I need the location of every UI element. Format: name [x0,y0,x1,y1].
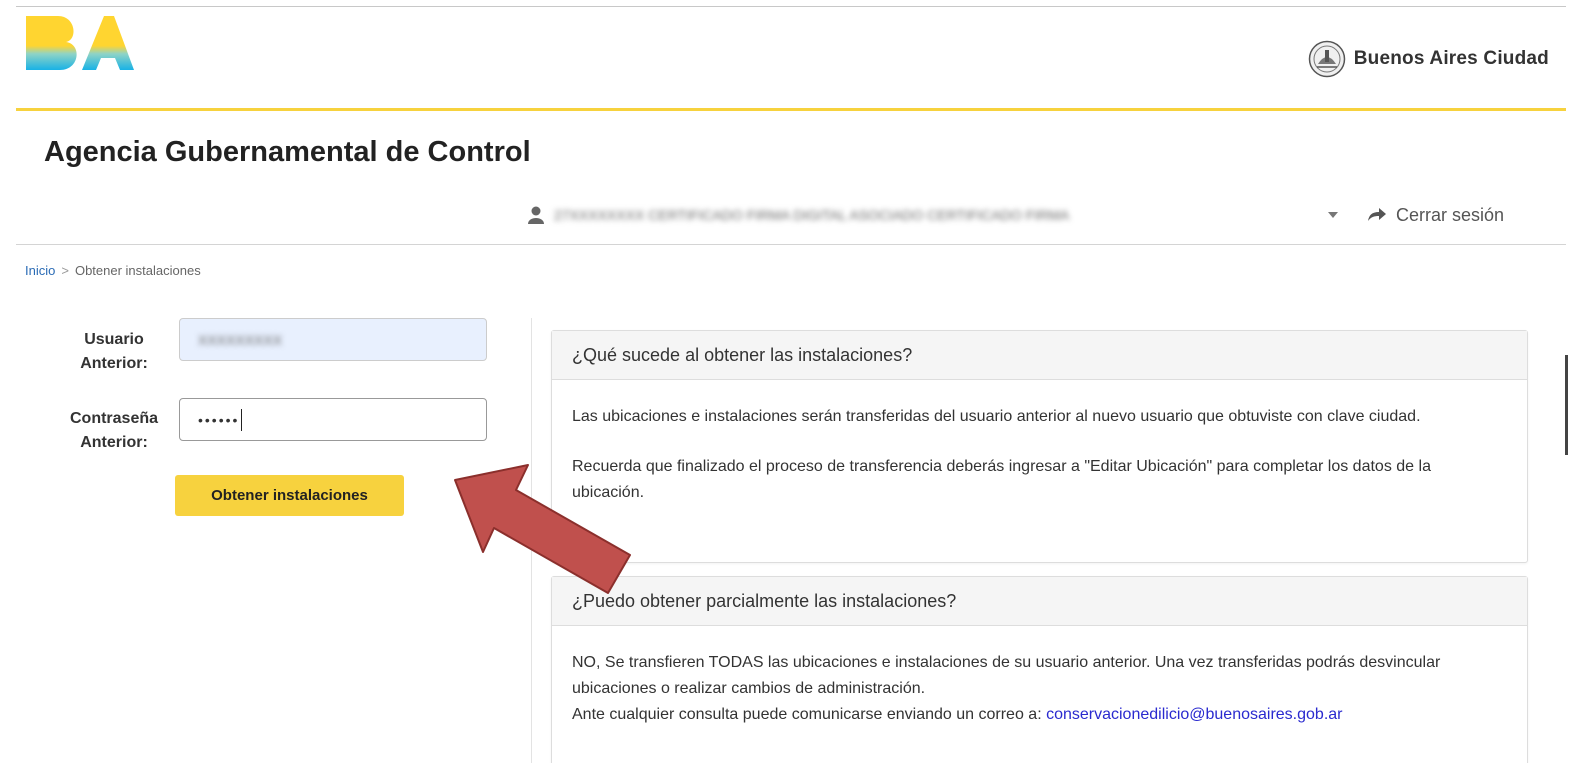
user-icon [528,206,544,224]
previous-user-label: Usuario Anterior: [80,331,148,372]
city-name: Buenos Aires Ciudad [1353,48,1549,69]
breadcrumb-separator: > [61,263,69,278]
header-yellow-rule [16,108,1566,111]
previous-user-value: XXXXXXXXX [198,331,283,348]
panel-partial-transfer: ¿Puedo obtener parcialmente las instalac… [551,576,1528,763]
scroll-edge-mark [1565,355,1568,455]
chevron-down-icon[interactable] [1328,212,1338,218]
breadcrumb-current: Obtener instalaciones [74,263,201,278]
previous-password-input[interactable]: •••••• [179,398,487,441]
city-seal-icon [1308,40,1345,78]
previous-password-value: •••••• [198,411,240,428]
previous-user-input[interactable]: XXXXXXXXX [179,318,487,361]
panel-paragraph: Las ubicaciones e instalaciones serán tr… [572,408,1421,425]
header-divider [16,244,1566,245]
logout-label: Cerrar sesión [1396,204,1505,225]
annotation-arrow-icon [454,464,631,594]
user-name[interactable]: 27XXXXXXXX CERTIFICADO FIRMA DIGITAL ASO… [554,207,1314,223]
breadcrumb: Inicio > Obtener instalaciones [25,263,201,278]
panel-paragraph: Recuerda que finalizado el proceso de tr… [572,458,1431,501]
ba-logo[interactable] [24,14,134,72]
contact-text: Ante cualquier consulta puede comunicars… [572,706,1047,723]
agency-title: Agencia Gubernamental de Control [44,136,531,168]
user-bar: 27XXXXXXXX CERTIFICADO FIRMA DIGITAL ASO… [528,200,1549,230]
panel-body: Las ubicaciones e instalaciones serán tr… [552,380,1527,506]
panel-title: ¿Puedo obtener parcialmente las instalac… [552,577,1527,626]
obtain-installations-button[interactable]: Obtener instalaciones [175,475,404,516]
panel-title: ¿Qué sucede al obtener las instalaciones… [552,331,1527,380]
share-arrow-icon [1368,208,1386,221]
panel-paragraph: NO, Se transfieren TODAS las ubicaciones… [572,654,1441,697]
city-brand[interactable]: Buenos Aires Ciudad [1308,40,1549,78]
top-rule [16,6,1566,7]
logout-link[interactable]: Cerrar sesión [1368,205,1504,226]
breadcrumb-home-link[interactable]: Inicio [25,263,55,278]
panel-body: NO, Se transfieren TODAS las ubicaciones… [552,626,1527,728]
panel-contact-line: Ante cualquier consulta puede comunicars… [572,702,1507,728]
email-link[interactable]: conservacionedilicio@buenosaires.gob.ar [1046,706,1342,723]
panel-what-happens: ¿Qué sucede al obtener las instalaciones… [551,330,1528,563]
previous-password-label: Contraseña Anterior: [69,410,159,451]
text-caret [241,408,243,431]
